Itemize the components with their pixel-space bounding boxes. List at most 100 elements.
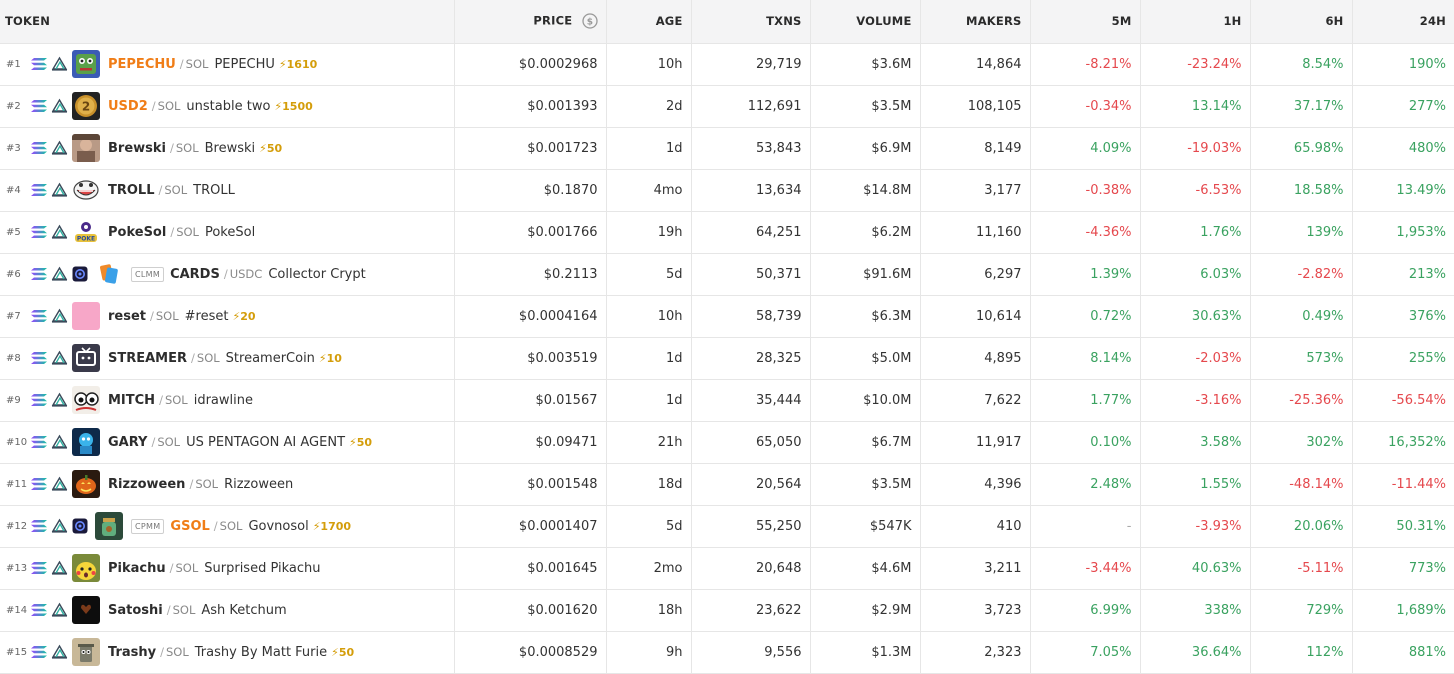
table-row[interactable]: #2 2 USD2/SOL unstable two ⚡1500 $0.001393 2d 1…	[0, 85, 1454, 128]
solana-chain-icon	[31, 310, 47, 322]
change-24h-cell: 190%	[1352, 43, 1454, 86]
quote-symbol: SOL	[157, 435, 181, 449]
token-cell[interactable]: #12 CPMM GSOL / SOL Govnosol ⚡1700	[0, 505, 455, 548]
column-header-24h[interactable]: 24H	[1352, 0, 1454, 44]
token-symbol: CARDS	[170, 266, 220, 282]
token-cell[interactable]: #4 TROLL / SOL TROLL	[0, 169, 455, 212]
token-cell[interactable]: #11 Rizzoween / SOL Rizzoween	[0, 463, 455, 506]
pokesol-logo-avatar: POKE	[72, 218, 100, 246]
boost-badge: ⚡10	[318, 351, 342, 365]
table-row[interactable]: #1 PEPECHU / SOL PEPECHU ⚡1610 $0.0002968 10h 29…	[0, 43, 1454, 86]
table-row[interactable]: #10 GARY / SOL US PENTAGON AI AGENT ⚡50 $0.094…	[0, 421, 1454, 464]
column-header-price[interactable]: PRICE $	[454, 0, 607, 44]
table-row[interactable]: #13 Pikachu / SOL Surprised Pikachu $0.001645…	[0, 547, 1454, 590]
change-5m-cell: -	[1030, 505, 1141, 548]
price-cell: $0.0002968	[454, 43, 607, 86]
column-header-token[interactable]: TOKEN	[0, 0, 455, 44]
volume-cell: $14.8M	[810, 169, 921, 212]
quote-symbol: SOL	[175, 561, 199, 575]
cards-logo-avatar	[95, 260, 123, 288]
change-1h-cell: -2.03%	[1140, 337, 1251, 380]
token-cell[interactable]: #1 PEPECHU / SOL PEPECHU ⚡1610	[0, 43, 455, 86]
table-row[interactable]: #6 CLMM CARDS / USDC Collector Crypt $0.2113 5d…	[0, 253, 1454, 296]
token-symbol: Pikachu	[108, 560, 166, 576]
quote-symbol: SOL	[195, 477, 219, 491]
raydium-dex-icon	[51, 476, 68, 491]
txns-cell: 28,325	[691, 337, 811, 380]
token-cell[interactable]: #10 GARY / SOL US PENTAGON AI AGENT ⚡50	[0, 421, 455, 464]
column-header-1h[interactable]: 1H	[1140, 0, 1251, 44]
change-5m-cell: 1.39%	[1030, 253, 1141, 296]
change-24h-cell: 1,689%	[1352, 589, 1454, 632]
token-cell[interactable]: #6 CLMM CARDS / USDC Collector Crypt	[0, 253, 455, 296]
table-row[interactable]: #5 POKE PokeSol / SOL PokeSol $0.001766 19h 64,2…	[0, 211, 1454, 254]
age-cell: 2d	[606, 85, 692, 128]
change-24h-cell: 376%	[1352, 295, 1454, 338]
table-row[interactable]: #8 STREAMER / SOL StreamerCoin ⚡10 $0.003519 1d…	[0, 337, 1454, 380]
table-row[interactable]: #4 TROLL / SOL TROLL $0.1870 4mo 13,634 $14.8M 3,…	[0, 169, 1454, 212]
makers-cell: 108,105	[920, 85, 1031, 128]
token-cell[interactable]: #14 Satoshi / SOL Ash Ketchum	[0, 589, 455, 632]
change-5m-cell: -0.38%	[1030, 169, 1141, 212]
change-24h-cell: -11.44%	[1352, 463, 1454, 506]
table-row[interactable]: #3 Brewski / SOL Brewski ⚡50 $0.001723 1d 53,843…	[0, 127, 1454, 170]
token-cell[interactable]: #9 MITCH / SOL idrawline	[0, 379, 455, 422]
token-cell[interactable]: #5 POKE PokeSol / SOL PokeSol	[0, 211, 455, 254]
quote-symbol: SOL	[185, 57, 209, 71]
token-symbol: USD2	[108, 98, 148, 114]
quote-symbol: USDC	[229, 267, 263, 281]
table-row[interactable]: #14 Satoshi / SOL Ash Ketchum $0.001620 18h 23,…	[0, 589, 1454, 632]
quote-symbol: SOL	[196, 351, 220, 365]
solana-chain-icon	[31, 268, 47, 280]
rank-label: #11	[6, 478, 28, 490]
table-row[interactable]: #11 Rizzoween / SOL Rizzoween $0.001548 18d 20,…	[0, 463, 1454, 506]
table-row[interactable]: #12 CPMM GSOL / SOL Govnosol ⚡1700 $0.0001407 5d…	[0, 505, 1454, 548]
change-6h-cell: 729%	[1250, 589, 1353, 632]
txns-cell: 58,739	[691, 295, 811, 338]
solana-chain-icon	[31, 646, 47, 658]
rank-label: #1	[6, 58, 21, 70]
age-cell: 1d	[606, 379, 692, 422]
txns-cell: 20,564	[691, 463, 811, 506]
column-header-age[interactable]: AGE	[606, 0, 692, 44]
token-cell[interactable]: #8 STREAMER / SOL StreamerCoin ⚡10	[0, 337, 455, 380]
makers-cell: 4,895	[920, 337, 1031, 380]
makers-cell: 3,177	[920, 169, 1031, 212]
volume-cell: $3.6M	[810, 43, 921, 86]
change-5m-cell: 8.14%	[1030, 337, 1141, 380]
token-symbol: MITCH	[108, 392, 156, 408]
trash-can-avatar	[72, 638, 100, 666]
column-header-5m[interactable]: 5M	[1030, 0, 1141, 44]
currency-toggle-icon[interactable]: $	[581, 13, 598, 29]
solana-chain-icon	[31, 142, 47, 154]
token-cell[interactable]: #7 reset / SOL #reset ⚡20	[0, 295, 455, 338]
raydium-dex-icon	[51, 98, 68, 113]
token-cell[interactable]: #2 2 USD2/SOL unstable two ⚡1500	[0, 85, 455, 128]
rank-label: #13	[6, 562, 28, 574]
token-name: PEPECHU	[214, 56, 275, 72]
column-header-makers[interactable]: MAKERS	[920, 0, 1031, 44]
price-cell: $0.01567	[454, 379, 607, 422]
table-row[interactable]: #7 reset / SOL #reset ⚡20 $0.0004164 10h 58,739 $…	[0, 295, 1454, 338]
rank-label: #7	[6, 310, 21, 322]
column-header-6h[interactable]: 6H	[1250, 0, 1353, 44]
table-row[interactable]: #9 MITCH / SOL idrawline $0.01567 1d 35,444 $10.…	[0, 379, 1454, 422]
boost-badge: ⚡50	[349, 435, 373, 449]
age-cell: 5d	[606, 505, 692, 548]
makers-cell: 3,723	[920, 589, 1031, 632]
rank-label: #14	[6, 604, 28, 616]
change-1h-cell: 338%	[1140, 589, 1251, 632]
raydium-dex-icon	[51, 350, 68, 365]
raydium-dex-icon	[51, 308, 68, 323]
column-header-volume[interactable]: VOLUME	[810, 0, 921, 44]
volume-cell: $10.0M	[810, 379, 921, 422]
change-5m-cell: -8.21%	[1030, 43, 1141, 86]
token-cell[interactable]: #3 Brewski / SOL Brewski ⚡50	[0, 127, 455, 170]
solana-chain-icon	[31, 100, 47, 112]
rank-label: #15	[6, 646, 28, 658]
column-header-txns[interactable]: TXNS	[691, 0, 811, 44]
change-1h-cell: 3.58%	[1140, 421, 1251, 464]
change-5m-cell: 2.48%	[1030, 463, 1141, 506]
token-cell[interactable]: #13 Pikachu / SOL Surprised Pikachu	[0, 547, 455, 590]
volume-cell: $5.0M	[810, 337, 921, 380]
